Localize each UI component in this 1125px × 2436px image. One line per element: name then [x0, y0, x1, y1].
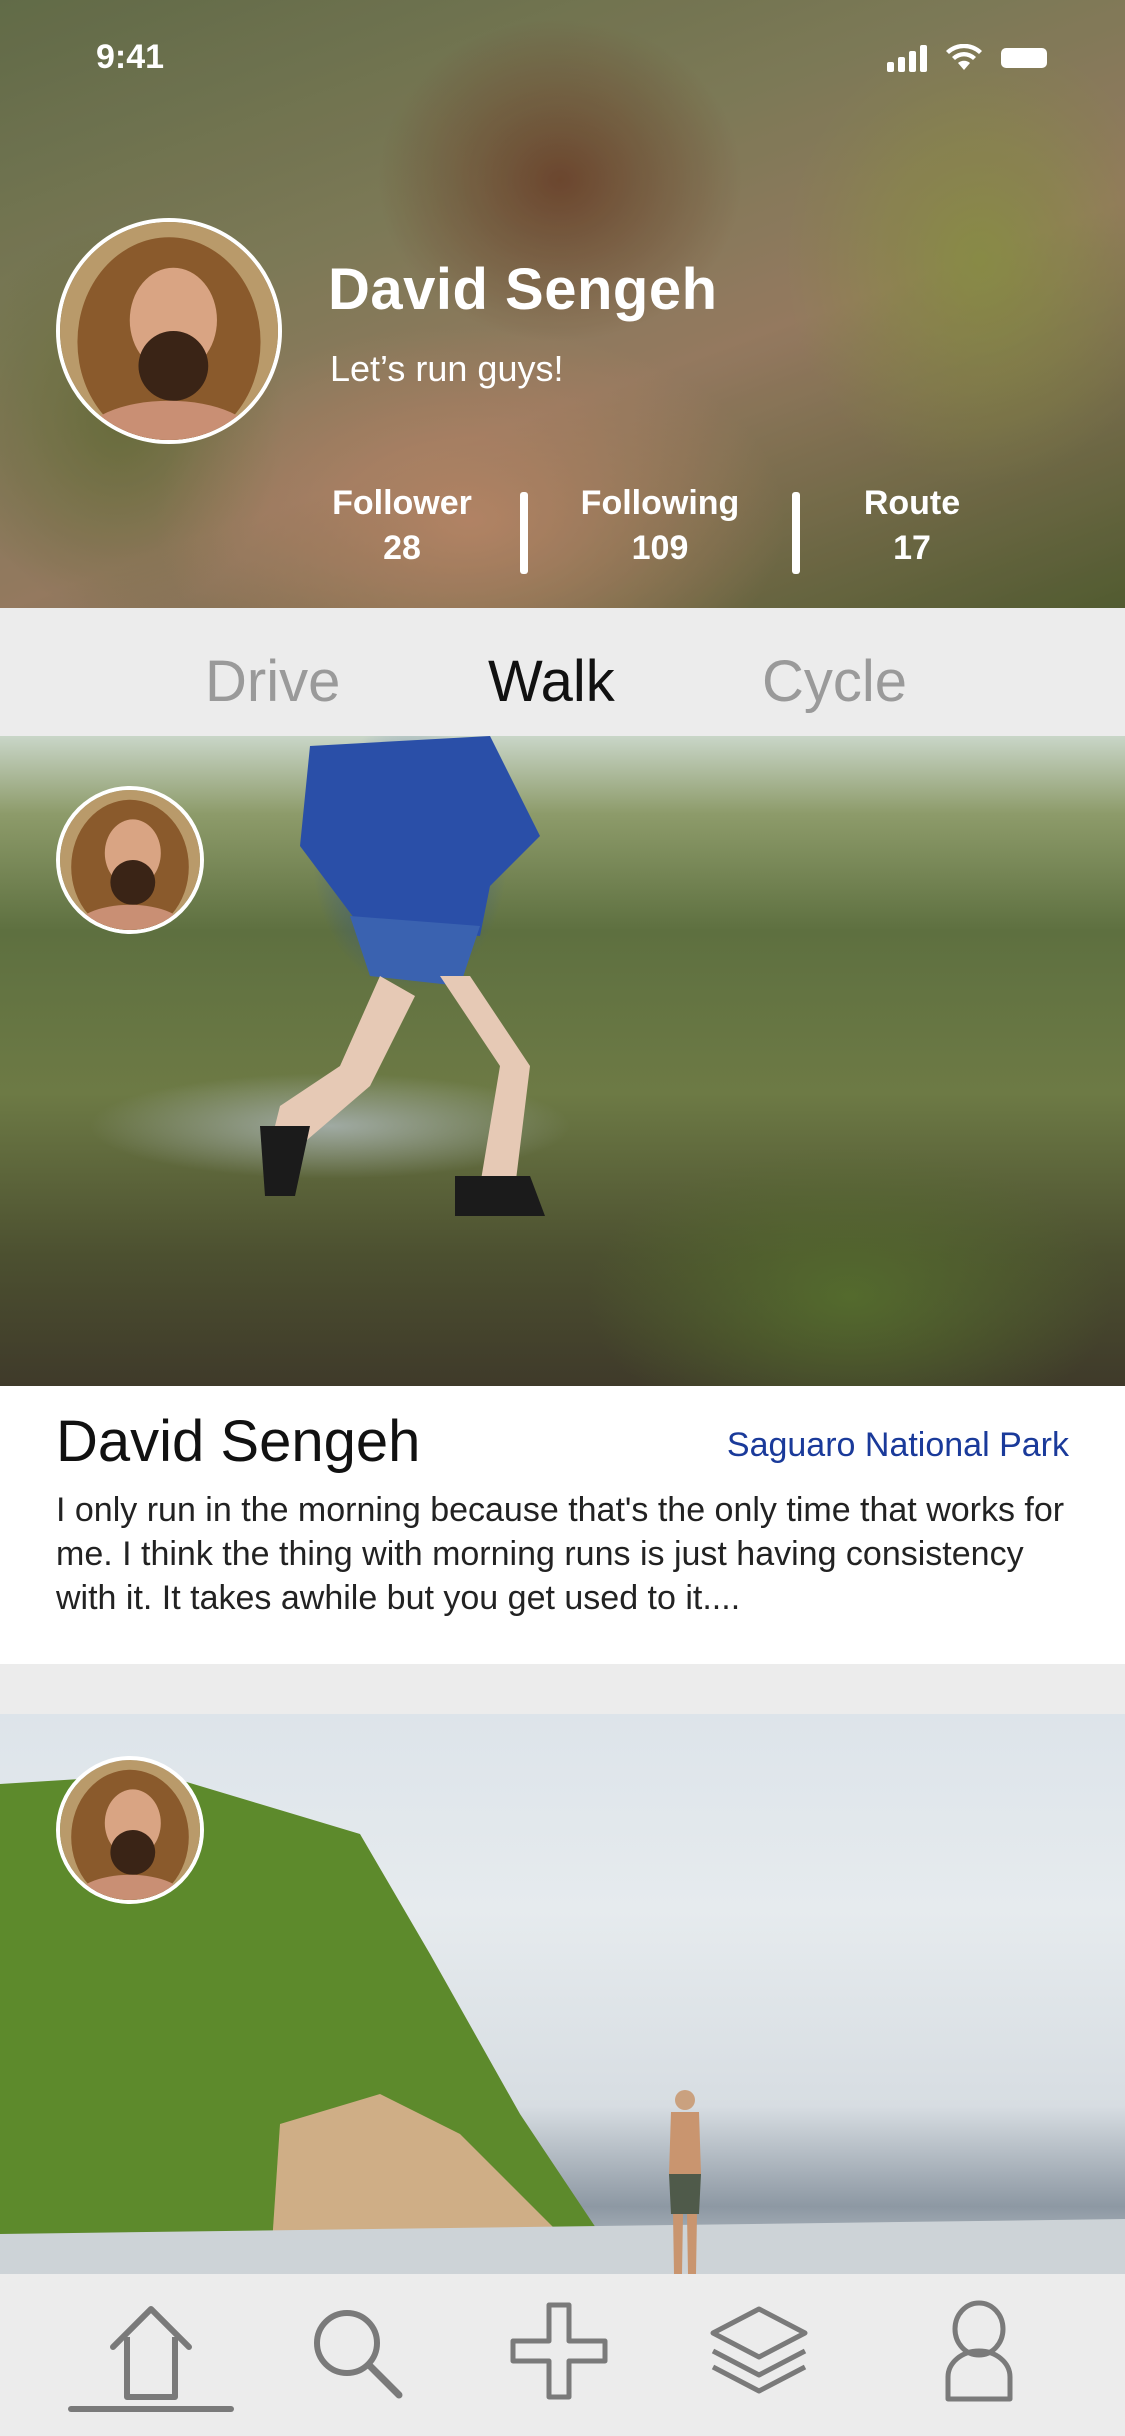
- tab-cycle[interactable]: Cycle: [762, 648, 907, 715]
- status-bar: 9:41: [0, 0, 1125, 120]
- stat-value: 17: [893, 529, 931, 567]
- cellular-signal-icon: [887, 44, 927, 72]
- profile-icon: [945, 2300, 1013, 2402]
- stat-value: 28: [383, 529, 421, 567]
- post-author-avatar[interactable]: [56, 1756, 204, 1904]
- post-caption: I only run in the morning because that's…: [56, 1491, 1065, 1617]
- stat-route[interactable]: Route 17: [812, 484, 1012, 568]
- nav-home[interactable]: [96, 2296, 206, 2406]
- profile-avatar[interactable]: [56, 218, 282, 444]
- status-icons: [887, 44, 1047, 72]
- profile-header: 9:41 David Sengeh Let’s run guys! Follow…: [0, 0, 1125, 608]
- nav-profile[interactable]: [924, 2296, 1034, 2406]
- post-author-avatar[interactable]: [56, 786, 204, 934]
- search-icon: [314, 2310, 403, 2399]
- stat-label: Route: [863, 484, 961, 522]
- runner-figure: [260, 736, 545, 1216]
- plus-icon: [510, 2302, 608, 2400]
- stat-divider: [520, 492, 528, 574]
- tab-drive[interactable]: Drive: [205, 648, 340, 715]
- layers-icon: [710, 2306, 808, 2394]
- post-card[interactable]: David Sengeh Saguaro National Park I onl…: [0, 1386, 1125, 1664]
- home-icon: [110, 2306, 192, 2400]
- activity-tabs: Drive Walk Cycle: [0, 608, 1125, 736]
- status-time: 9:41: [96, 38, 165, 76]
- bottom-tab-bar: [0, 2274, 1125, 2436]
- nav-layers[interactable]: [704, 2296, 814, 2406]
- stat-label: Following: [580, 484, 740, 522]
- beach-person-figure: [669, 2090, 701, 2274]
- wifi-icon: [946, 44, 982, 70]
- battery-icon: [1001, 48, 1047, 68]
- post-author-name[interactable]: David Sengeh: [56, 1408, 420, 1475]
- tab-walk[interactable]: Walk: [488, 648, 615, 715]
- stat-follower[interactable]: Follower 28: [302, 484, 502, 568]
- profile-stats: Follower 28 Following 109 Route 17: [290, 484, 1010, 580]
- nav-active-indicator: [68, 2406, 234, 2412]
- stat-label: Follower: [332, 484, 472, 522]
- nav-search[interactable]: [300, 2296, 410, 2406]
- stat-following[interactable]: Following 109: [560, 484, 760, 568]
- profile-name: David Sengeh: [328, 257, 718, 322]
- stat-divider: [792, 492, 800, 574]
- stat-value: 109: [631, 529, 689, 567]
- post-location-link[interactable]: Saguaro National Park: [727, 1426, 1069, 1465]
- profile-bio: Let’s run guys!: [330, 348, 564, 389]
- nav-add[interactable]: [504, 2296, 614, 2406]
